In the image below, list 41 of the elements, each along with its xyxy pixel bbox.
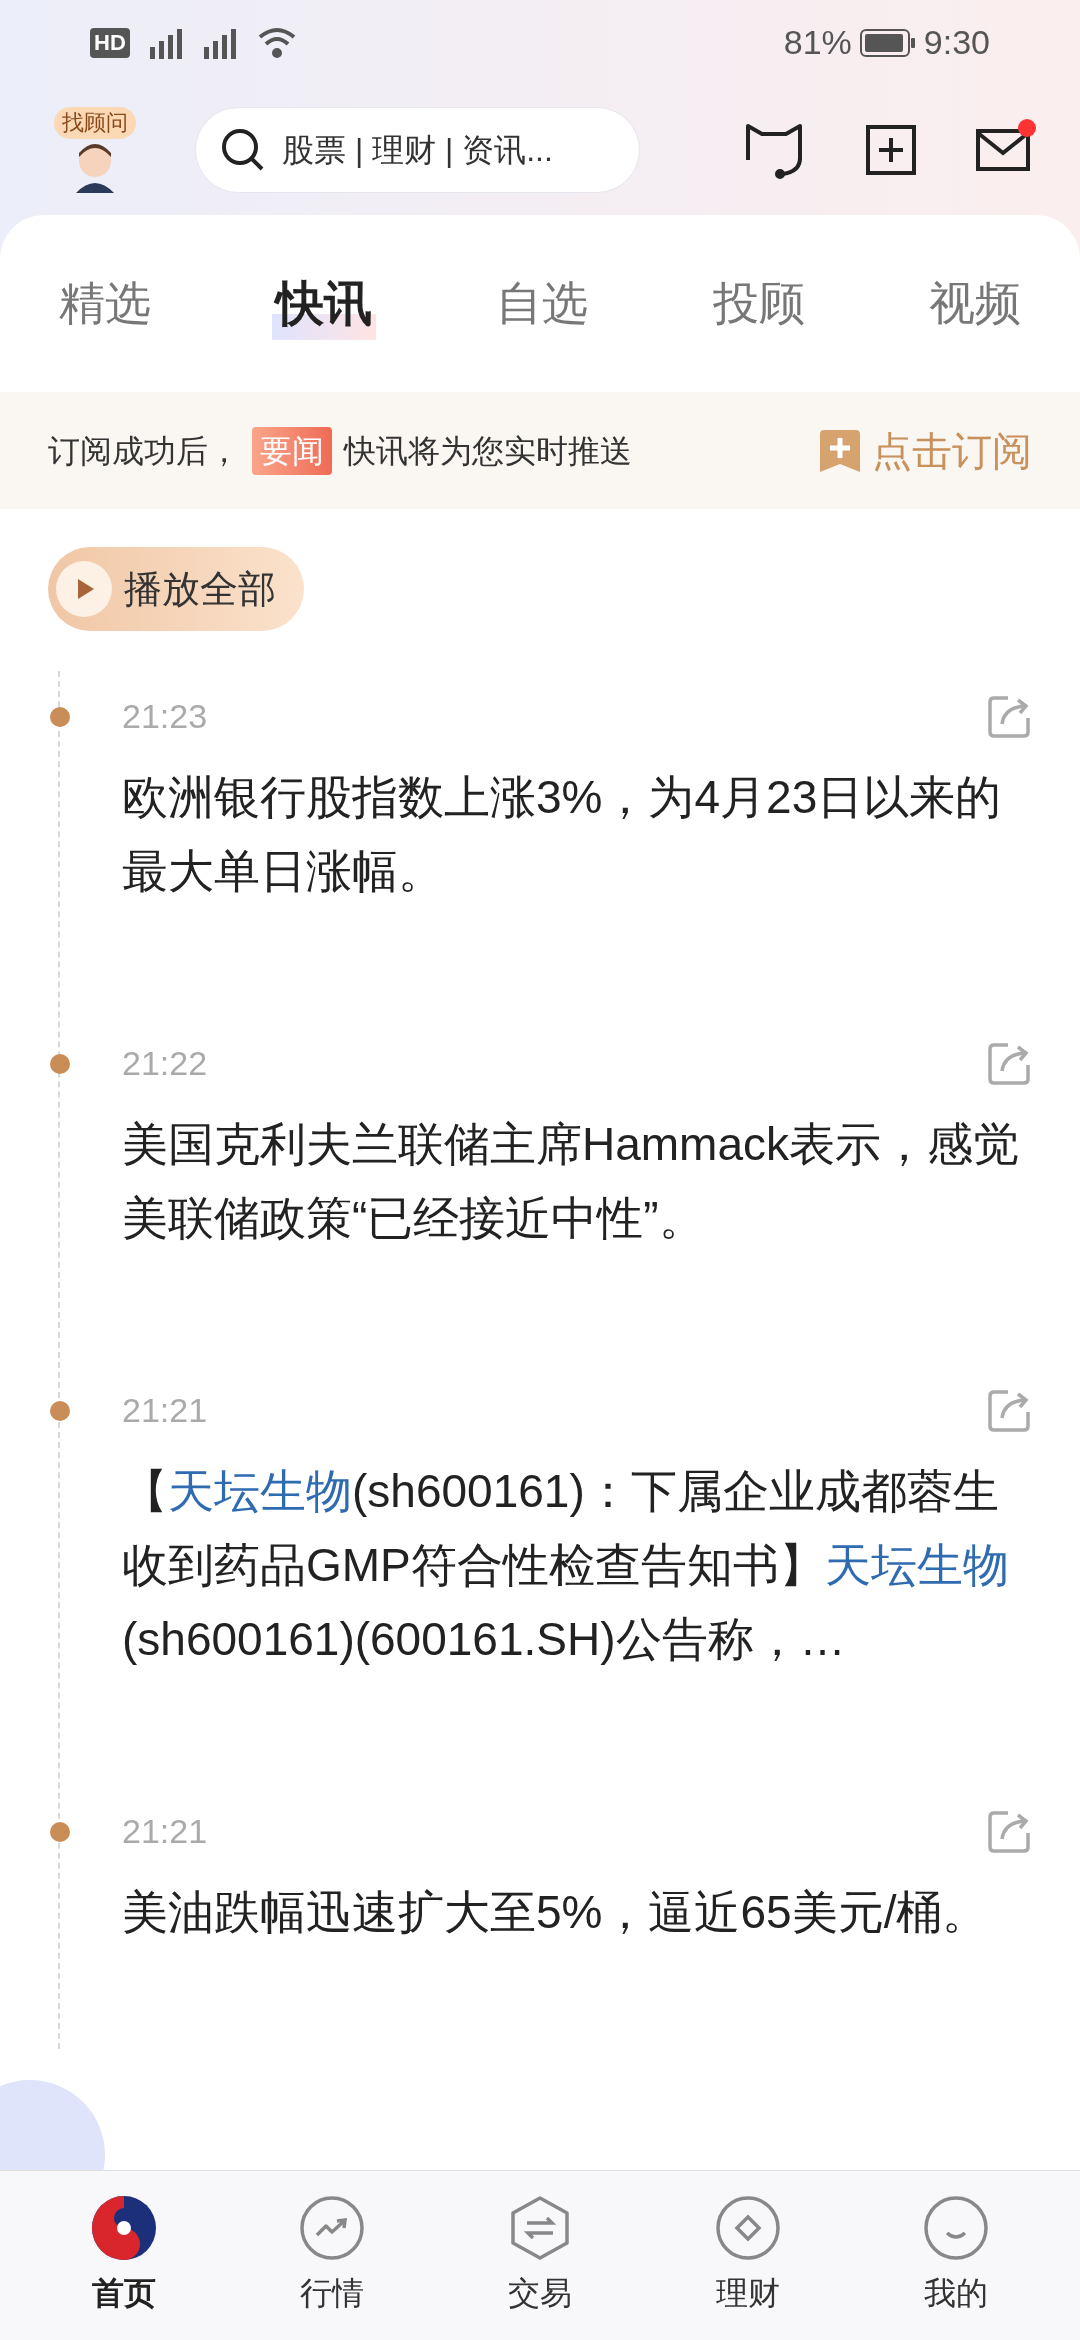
share-icon[interactable] xyxy=(986,1040,1032,1087)
tab[interactable]: 视频 xyxy=(925,269,1025,338)
banner-text: 订阅成功后， xyxy=(48,431,240,471)
nav-tab[interactable]: 行情 xyxy=(252,2194,412,2317)
clock: 9:30 xyxy=(923,22,990,63)
search-field[interactable]: 股票 | 理财 | 资讯... xyxy=(195,107,640,193)
news-text[interactable]: 美国克利夫兰联储主席Hammack表示，感觉美联储政策“已经接近中性”。 xyxy=(122,1107,1032,1255)
add-icon[interactable] xyxy=(866,125,916,175)
tab[interactable]: 精选 xyxy=(55,269,155,338)
smile-icon xyxy=(923,2194,989,2261)
share-icon[interactable] xyxy=(986,693,1032,740)
headline-tag: 要闻 xyxy=(252,426,332,475)
news-text[interactable]: 美油跌幅迅速扩大至5%，逼近65美元/桶。 xyxy=(122,1875,1032,1949)
nav-tab[interactable]: 交易 xyxy=(460,2194,620,2317)
share-icon[interactable] xyxy=(986,1387,1032,1434)
news-time: 21:21 xyxy=(122,1390,208,1431)
tab[interactable]: 投顾 xyxy=(708,269,809,338)
advisor-badge[interactable]: 找顾问 xyxy=(54,107,136,139)
share-icon[interactable] xyxy=(986,1808,1032,1855)
news-text[interactable]: 欧洲银行股指数上涨3%，为4月23日以来的最大单日涨幅。 xyxy=(122,760,1032,908)
news-time: 21:21 xyxy=(122,1811,208,1852)
network-badge: HD xyxy=(90,27,130,58)
nav-tab[interactable]: 理财 xyxy=(668,2194,828,2317)
banner-text: 快讯将为您实时推送 xyxy=(344,431,632,471)
news-time: 21:22 xyxy=(122,1043,208,1084)
nav-tab[interactable]: 首页 xyxy=(44,2194,204,2317)
stock-link[interactable]: 天坛生物 xyxy=(168,1465,352,1517)
news-text[interactable]: 【天坛生物(sh600161)：下属企业成都蓉生收到药品GMP符合性检查告知书】天坛生物 (sh600161)(600161.SH)公告称，… xyxy=(122,1454,1032,1676)
battery-percent: 81% xyxy=(783,22,852,63)
stock-link[interactable]: 天坛生物 xyxy=(824,1539,1009,1591)
nav-tab[interactable]: 我的 xyxy=(876,2194,1036,2317)
search-icon xyxy=(220,127,266,173)
tab[interactable]: 自选 xyxy=(492,269,592,338)
trend-chart-icon xyxy=(299,2194,365,2261)
bookmark-plus-icon xyxy=(820,429,860,472)
play-all-button[interactable]: 播放全部 xyxy=(48,547,304,631)
logo-icon xyxy=(91,2194,157,2261)
mail-icon[interactable] xyxy=(976,129,1030,171)
news-time: 21:23 xyxy=(122,696,208,737)
play-icon xyxy=(56,561,112,617)
battery-icon xyxy=(859,28,916,57)
